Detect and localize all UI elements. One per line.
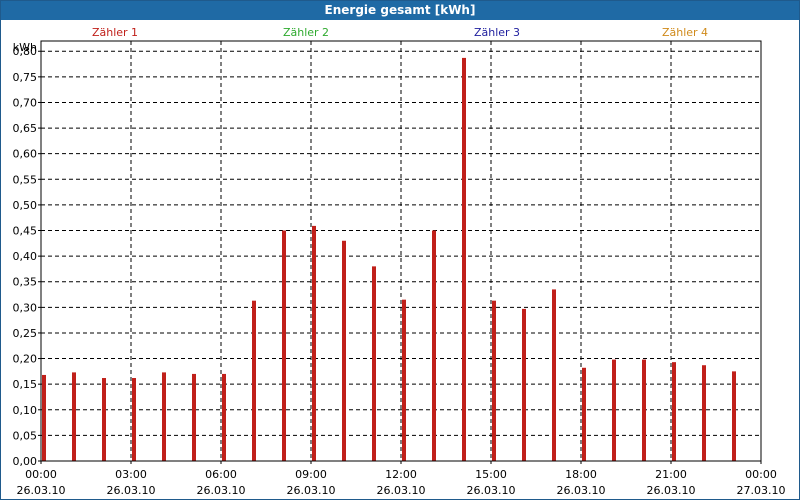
y-tick-label: 0,20 — [13, 353, 38, 366]
bar — [282, 230, 286, 461]
bar — [132, 378, 136, 461]
bar — [222, 373, 226, 461]
bar — [252, 300, 256, 461]
x-tick-label-date: 27.03.10 — [737, 484, 786, 497]
x-tick-label-time: 12:00 — [385, 468, 417, 481]
y-tick-label: 0,55 — [13, 173, 38, 186]
y-axis-label: kWh — [13, 41, 37, 54]
bar — [162, 372, 166, 461]
x-tick-label-date: 26.03.10 — [197, 484, 246, 497]
x-tick-label-date: 26.03.10 — [467, 484, 516, 497]
x-tick-label-time: 21:00 — [655, 468, 687, 481]
bar — [42, 374, 46, 461]
bar — [312, 225, 316, 461]
y-tick-label: 0,75 — [13, 71, 38, 84]
x-tick-label-time: 03:00 — [115, 468, 147, 481]
bar — [702, 365, 706, 461]
x-tick-label-date: 26.03.10 — [647, 484, 696, 497]
bar — [642, 359, 646, 461]
y-tick-label: 0,10 — [13, 404, 38, 417]
bar — [432, 230, 436, 461]
bar — [372, 266, 376, 461]
chart-window: Energie gesamt [kWh] Zähler 1 Zähler 2 Z… — [0, 0, 800, 500]
bar — [492, 300, 496, 461]
bar — [552, 289, 556, 461]
x-tick-label-date: 26.03.10 — [107, 484, 156, 497]
y-tick-label: 0,40 — [13, 250, 38, 263]
x-tick-label-time: 18:00 — [565, 468, 597, 481]
bar — [342, 240, 346, 461]
x-tick-label-date: 26.03.10 — [287, 484, 336, 497]
x-tick-label-date: 26.03.10 — [557, 484, 606, 497]
x-tick-label-time: 15:00 — [475, 468, 507, 481]
y-tick-label: 0,45 — [13, 225, 38, 238]
x-tick-label-time: 09:00 — [295, 468, 327, 481]
x-tick-label-time: 06:00 — [205, 468, 237, 481]
y-tick-label: 0,15 — [13, 378, 38, 391]
bar — [402, 299, 406, 461]
y-tick-label: 0,05 — [13, 429, 38, 442]
x-tick-label-date: 26.03.10 — [17, 484, 66, 497]
bar — [582, 367, 586, 461]
y-tick-label: 0,65 — [13, 122, 38, 135]
y-tick-label: 0,60 — [13, 148, 38, 161]
x-tick-label-time: 00:00 — [745, 468, 777, 481]
bar — [612, 359, 616, 461]
y-tick-label: 0,35 — [13, 276, 38, 289]
y-tick-label: 0,50 — [13, 199, 38, 212]
y-tick-label: 0,00 — [13, 455, 38, 468]
bar — [192, 373, 196, 461]
bar — [732, 371, 736, 461]
y-tick-label: 0,30 — [13, 301, 38, 314]
bar — [72, 372, 76, 461]
bar — [672, 362, 676, 461]
x-tick-label-time: 00:00 — [25, 468, 57, 481]
energy-bar-chart: 0,00 0,05 0,10 0,15 0,20 0,25 0,30 0,35 0,40 0,45… — [13, 40, 786, 497]
x-tick-label-date: 26.03.10 — [377, 484, 426, 497]
bar — [522, 308, 526, 461]
bar — [102, 378, 106, 461]
y-tick-label: 0,25 — [13, 327, 38, 340]
bar — [462, 57, 466, 462]
y-tick-label: 0,70 — [13, 96, 38, 109]
